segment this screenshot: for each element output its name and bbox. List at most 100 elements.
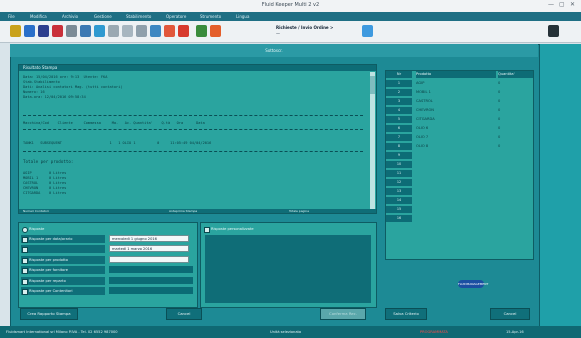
- option-row[interactable]: Risposte per reparto: [21, 277, 105, 285]
- report-line: Stab.Stabilimento: [23, 80, 60, 84]
- column-header[interactable]: Quantita': [498, 71, 533, 78]
- report-icon[interactable]: [80, 25, 91, 37]
- custom-list[interactable]: [205, 235, 371, 303]
- confirm-rec-button[interactable]: Conferma Rec.: [320, 308, 366, 320]
- toolbar-label: Richieste / Invio Ordine >: [276, 25, 334, 30]
- table-row[interactable]: 13: [386, 188, 533, 195]
- column-header[interactable]: Nr: [386, 71, 412, 78]
- side-panel: [540, 44, 581, 326]
- report-scrollbar[interactable]: [370, 72, 375, 212]
- menu-item-lingua[interactable]: Lingua: [236, 14, 249, 19]
- table-row[interactable]: 12: [386, 179, 533, 186]
- supplier-field[interactable]: [109, 266, 193, 273]
- product-quantity: 0: [498, 81, 501, 85]
- stop-icon[interactable]: [178, 25, 189, 37]
- footer-mid[interactable]: Anteprima Stampa: [169, 209, 197, 213]
- report-line: Data: 15/04/2016 ore: 9:13 Utente: FKA: [23, 75, 108, 79]
- save-criteria-button[interactable]: Salva Criterio: [385, 308, 427, 320]
- product-select[interactable]: [109, 256, 189, 263]
- checkbox-icon[interactable]: [22, 289, 28, 295]
- table-row[interactable]: 6 OLIO 6 0: [386, 125, 533, 132]
- table-row[interactable]: 4 CHEVRON 0: [386, 107, 533, 114]
- cancel-button[interactable]: Cancel: [166, 308, 202, 320]
- report-title: Risultato Stampa: [19, 65, 376, 71]
- product-quantity: 0: [498, 126, 501, 130]
- table-row[interactable]: 3 CASTROL 0: [386, 98, 533, 105]
- table-row[interactable]: 10: [386, 161, 533, 168]
- table-row[interactable]: 15: [386, 206, 533, 213]
- menu-item-file[interactable]: File: [8, 14, 15, 19]
- monitor-icon[interactable]: [94, 25, 105, 37]
- product-quantity: 0: [498, 90, 501, 94]
- table-row[interactable]: 16: [386, 215, 533, 222]
- key-icon[interactable]: [10, 25, 21, 37]
- tools-icon[interactable]: [136, 25, 147, 37]
- table-row[interactable]: 14: [386, 197, 533, 204]
- menu-item-archivio[interactable]: Archivio: [62, 14, 78, 19]
- container-field[interactable]: [109, 287, 193, 294]
- refresh-icon[interactable]: [362, 25, 373, 37]
- truck-icon[interactable]: [66, 25, 77, 37]
- date-from-field[interactable]: mercoledì 1 giugno 2016: [109, 235, 189, 242]
- product-quantity: [498, 161, 528, 168]
- date-to-field[interactable]: martedì 1 marzo 2016: [109, 245, 189, 252]
- report-total: CITGARDA 0 Litres: [23, 191, 67, 195]
- table-row[interactable]: 11: [386, 170, 533, 177]
- window-title: Fluid Keeper Multi 2 v2: [261, 2, 320, 8]
- menu-item-modifica[interactable]: Modifica: [30, 14, 47, 19]
- drop-icon[interactable]: [24, 25, 35, 37]
- network-icon[interactable]: [150, 25, 161, 37]
- printer-icon[interactable]: [108, 25, 119, 37]
- radio-icon[interactable]: [22, 227, 28, 233]
- factory-icon[interactable]: [52, 25, 63, 37]
- row-number: 12: [386, 179, 412, 186]
- row-number: 4: [386, 107, 412, 114]
- report-data-line: TANK1 SUBSEQUENT 1 1 OLIO 1 0 11:05:49 0…: [23, 141, 212, 145]
- settings-icon[interactable]: [122, 25, 133, 37]
- option-row[interactable]: Risposte per prodotto: [21, 256, 105, 264]
- checkbox-icon[interactable]: [22, 268, 28, 274]
- exit-icon[interactable]: [164, 25, 175, 37]
- table-row[interactable]: 9: [386, 152, 533, 159]
- divider: [23, 129, 363, 130]
- row-number: 1: [386, 80, 412, 87]
- checkbox-icon[interactable]: [22, 279, 28, 285]
- checkbox-icon[interactable]: [22, 247, 28, 253]
- table-row[interactable]: 5 CITGARDA 0: [386, 116, 533, 123]
- report-total: AGIP 0 Litres: [23, 171, 67, 175]
- create-report-button[interactable]: Crea Rapporto Stampa: [20, 308, 78, 320]
- menu-item-operatore[interactable]: Operatore: [166, 14, 186, 19]
- row-number: 16: [386, 215, 412, 222]
- table-row[interactable]: 7 OLIO 7 0: [386, 134, 533, 141]
- car-icon[interactable]: [548, 25, 559, 37]
- row-number: 8: [386, 143, 412, 150]
- menu-item-stabilimento[interactable]: Stabilimento: [126, 14, 151, 19]
- dialog-header: Sottoscr.: [10, 44, 538, 57]
- footer-right: Totale pagine: [289, 209, 310, 213]
- option-row[interactable]: Risposte per Contenitori: [21, 287, 105, 295]
- maximize-icon[interactable]: ▢: [559, 1, 565, 8]
- option-row[interactable]: Risposte per data/orario: [21, 235, 105, 243]
- department-field[interactable]: [109, 277, 193, 284]
- table-row[interactable]: 2 MOBIL 1 0: [386, 89, 533, 96]
- table-row[interactable]: 8 OLIO 8 0: [386, 143, 533, 150]
- alarm-icon[interactable]: [210, 25, 221, 37]
- close-icon[interactable]: ✕: [570, 1, 575, 8]
- green-flag-icon[interactable]: [196, 25, 207, 37]
- menu-item-gestione[interactable]: Gestione: [94, 14, 112, 19]
- product-name: [416, 170, 496, 177]
- option-row[interactable]: Risposte per fornitore: [21, 266, 105, 274]
- scrollbar-thumb[interactable]: [370, 76, 375, 94]
- table-row[interactable]: 1 AGIP 0: [386, 80, 533, 87]
- tank-icon[interactable]: [38, 25, 49, 37]
- close-button[interactable]: Cancel: [490, 308, 530, 320]
- minimize-icon[interactable]: —: [548, 1, 554, 8]
- column-header[interactable]: Prodotto: [416, 71, 496, 78]
- checkbox-icon[interactable]: [204, 227, 210, 233]
- product-quantity: 0: [498, 144, 501, 148]
- checkbox-icon[interactable]: [22, 258, 28, 264]
- option-row[interactable]: [21, 245, 105, 253]
- checkbox-icon[interactable]: [22, 237, 28, 243]
- options-title: Risposte: [21, 225, 81, 233]
- menu-item-strumento[interactable]: Strumento: [200, 14, 221, 19]
